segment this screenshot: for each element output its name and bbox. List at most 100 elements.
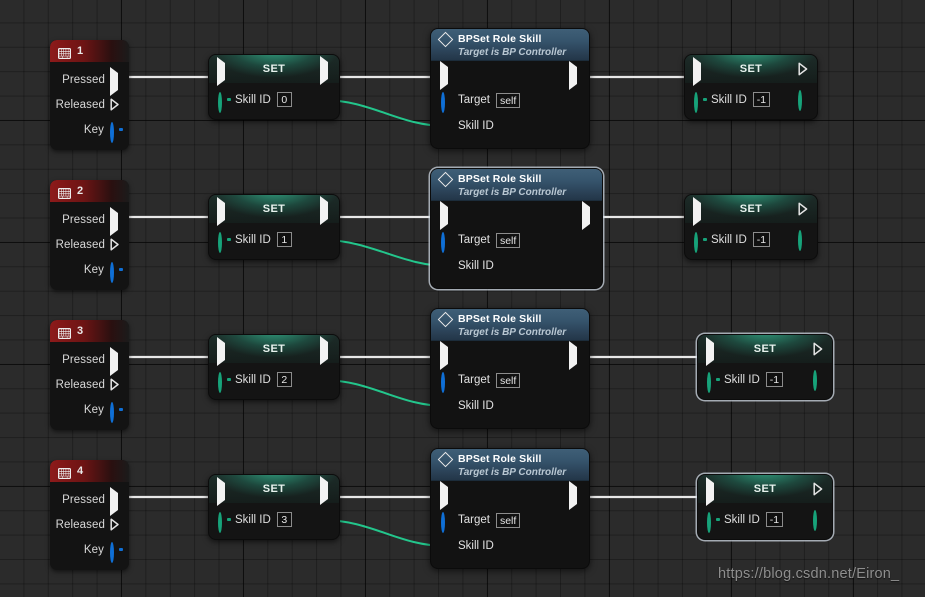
exec-out-pin-hollow[interactable] [813, 482, 824, 496]
exec-out-pin[interactable] [110, 487, 121, 516]
set-variable-node[interactable]: SET Skill ID -1 [697, 474, 833, 540]
skill-id-value-field[interactable]: -1 [752, 232, 771, 247]
skill-id-output-pin[interactable] [319, 512, 331, 524]
input-event-node[interactable]: 4 Pressed Released Key [50, 460, 129, 570]
set-variable-node[interactable]: SET Skill ID -1 [684, 194, 818, 260]
bpset-role-skill-node[interactable]: BPSet Role Skill Target is BP Controller… [430, 168, 603, 289]
set-input-row[interactable]: Skill ID 2 [217, 371, 292, 393]
key-output-pin[interactable] [109, 541, 123, 563]
set-input-row[interactable]: Skill ID -1 [693, 91, 771, 113]
event-pin-released[interactable]: Released [50, 512, 129, 537]
key-output-pin[interactable] [109, 121, 123, 143]
skill-id-input-pin[interactable] [217, 371, 231, 393]
skill-id-input-pin[interactable] [217, 511, 231, 533]
exec-out-pin[interactable] [569, 341, 580, 370]
exec-in-pin[interactable] [693, 57, 704, 86]
event-pin-released[interactable]: Released [50, 232, 129, 257]
skill-id-input-pin[interactable] [440, 260, 452, 272]
target-value-field[interactable]: self [495, 92, 521, 108]
set-input-row[interactable]: Skill ID -1 [706, 511, 784, 533]
exec-out-pin-hollow[interactable] [110, 378, 121, 391]
set-variable-node[interactable]: SET Skill ID 1 [208, 194, 340, 260]
set-input-row[interactable]: Skill ID 3 [217, 511, 292, 533]
skill-id-input-row[interactable]: Skill ID [431, 533, 589, 559]
set-variable-node[interactable]: SET Skill ID -1 [684, 54, 818, 120]
skill-id-value-field[interactable]: 2 [276, 372, 292, 387]
skill-id-value-field[interactable]: 0 [276, 92, 292, 107]
skill-id-input-pin[interactable] [693, 231, 707, 253]
exec-out-pin[interactable] [320, 56, 331, 85]
set-input-row[interactable]: Skill ID -1 [706, 371, 784, 393]
exec-in-pin[interactable] [440, 481, 451, 510]
exec-out-pin[interactable] [569, 481, 580, 510]
event-pin-key[interactable]: Key [50, 257, 129, 283]
event-pin-key[interactable]: Key [50, 397, 129, 423]
target-value-field[interactable]: self [495, 372, 521, 388]
skill-id-input-row[interactable]: Skill ID [431, 253, 602, 279]
skill-id-output-pin[interactable] [319, 92, 331, 104]
bpset-role-skill-node[interactable]: BPSet Role Skill Target is BP Controller… [430, 28, 590, 149]
event-pin-pressed[interactable]: Pressed [50, 67, 129, 96]
exec-out-pin[interactable] [582, 201, 593, 230]
skill-id-output-pin[interactable] [797, 230, 809, 251]
blueprint-graph-canvas[interactable]: 1 Pressed Released Key SET Skill ID 0 BP… [0, 0, 925, 597]
skill-id-output-pin[interactable] [812, 510, 824, 531]
event-pin-released[interactable]: Released [50, 92, 129, 117]
skill-id-value-field[interactable]: 3 [276, 512, 292, 527]
set-input-row[interactable]: Skill ID 1 [217, 231, 292, 253]
exec-out-pin-hollow[interactable] [798, 202, 809, 216]
exec-out-pin[interactable] [320, 196, 331, 225]
skill-id-input-pin[interactable] [706, 371, 720, 393]
exec-out-pin-hollow[interactable] [110, 518, 121, 531]
set-input-row[interactable]: Skill ID -1 [693, 231, 771, 253]
skill-id-input-row[interactable]: Skill ID [431, 113, 589, 139]
set-input-row[interactable]: Skill ID 0 [217, 91, 292, 113]
bpset-role-skill-node[interactable]: BPSet Role Skill Target is BP Controller… [430, 308, 590, 429]
set-variable-node[interactable]: SET Skill ID 0 [208, 54, 340, 120]
target-input-pin[interactable] [440, 232, 452, 253]
target-input-row[interactable]: Target self [431, 227, 602, 253]
target-input-row[interactable]: Target self [431, 367, 589, 393]
target-input-pin[interactable] [440, 92, 452, 113]
event-pin-key[interactable]: Key [50, 537, 129, 563]
exec-out-pin[interactable] [320, 476, 331, 505]
exec-out-pin-hollow[interactable] [110, 238, 121, 251]
exec-out-pin[interactable] [569, 61, 580, 90]
exec-in-pin[interactable] [217, 57, 228, 86]
exec-in-pin[interactable] [440, 61, 451, 90]
exec-out-pin[interactable] [110, 207, 121, 236]
target-value-field[interactable]: self [495, 512, 521, 528]
skill-id-output-pin[interactable] [797, 90, 809, 111]
skill-id-input-pin[interactable] [440, 120, 452, 132]
skill-id-output-pin[interactable] [319, 232, 331, 244]
skill-id-input-pin[interactable] [706, 511, 720, 533]
skill-id-input-pin[interactable] [440, 540, 452, 552]
event-pin-pressed[interactable]: Pressed [50, 487, 129, 516]
exec-in-pin[interactable] [693, 197, 704, 226]
input-event-node[interactable]: 1 Pressed Released Key [50, 40, 129, 150]
skill-id-input-pin[interactable] [693, 91, 707, 113]
target-input-pin[interactable] [440, 372, 452, 393]
set-variable-node[interactable]: SET Skill ID 2 [208, 334, 340, 400]
key-output-pin[interactable] [109, 261, 123, 283]
set-variable-node[interactable]: SET Skill ID -1 [697, 334, 833, 400]
set-variable-node[interactable]: SET Skill ID 3 [208, 474, 340, 540]
bpset-role-skill-node[interactable]: BPSet Role Skill Target is BP Controller… [430, 448, 590, 569]
input-event-node[interactable]: 2 Pressed Released Key [50, 180, 129, 290]
exec-out-pin-hollow[interactable] [110, 98, 121, 111]
target-input-row[interactable]: Target self [431, 507, 589, 533]
event-pin-pressed[interactable]: Pressed [50, 347, 129, 376]
skill-id-value-field[interactable]: -1 [765, 372, 784, 387]
exec-in-pin[interactable] [217, 477, 228, 506]
key-output-pin[interactable] [109, 401, 123, 423]
exec-out-pin[interactable] [110, 347, 121, 376]
skill-id-input-pin[interactable] [217, 91, 231, 113]
event-pin-pressed[interactable]: Pressed [50, 207, 129, 236]
skill-id-input-pin[interactable] [217, 231, 231, 253]
skill-id-value-field[interactable]: -1 [765, 512, 784, 527]
skill-id-value-field[interactable]: -1 [752, 92, 771, 107]
skill-id-output-pin[interactable] [812, 370, 824, 391]
exec-out-pin-hollow[interactable] [813, 342, 824, 356]
exec-in-pin[interactable] [706, 477, 717, 506]
target-input-row[interactable]: Target self [431, 87, 589, 113]
